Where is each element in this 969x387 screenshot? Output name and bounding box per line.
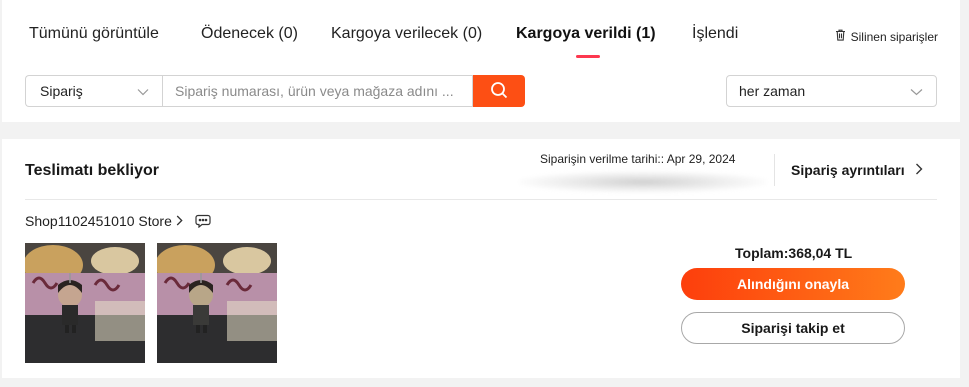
time-filter-value: her zaman bbox=[739, 83, 806, 99]
search-type-select[interactable]: Sipariş bbox=[25, 75, 162, 107]
chat-icon[interactable] bbox=[195, 214, 211, 228]
tab-to-pay[interactable]: Ödenecek (0) bbox=[201, 25, 298, 43]
divider bbox=[25, 199, 937, 200]
search-bar: Sipariş bbox=[25, 75, 525, 107]
search-button[interactable] bbox=[473, 75, 525, 107]
chevron-down-icon bbox=[910, 83, 923, 99]
trash-icon bbox=[835, 29, 846, 44]
deleted-orders-link[interactable]: Silinen siparişler bbox=[835, 29, 938, 44]
order-total: Toplam:368,04 TL bbox=[735, 245, 853, 261]
order-status: Teslimatı bekliyor bbox=[25, 162, 159, 179]
track-order-button[interactable]: Siparişi takip et bbox=[681, 312, 905, 344]
deleted-orders-label: Silinen siparişler bbox=[850, 29, 938, 44]
order-details-link[interactable]: Sipariş ayrıntıları bbox=[791, 162, 923, 178]
order-status-tabs: Tümünü görüntüle Ödenecek (0) Kargoya ve… bbox=[2, 0, 960, 62]
tab-all[interactable]: Tümünü görüntüle bbox=[29, 25, 159, 43]
order-card: Teslimatı bekliyor Siparişin verilme tar… bbox=[2, 139, 960, 378]
order-filter-panel: Tümünü görüntüle Ödenecek (0) Kargoya ve… bbox=[2, 0, 960, 122]
tab-to-ship[interactable]: Kargoya verilecek (0) bbox=[331, 25, 482, 43]
store-row: Shop1102451010 Store bbox=[25, 213, 211, 229]
divider bbox=[774, 154, 775, 186]
search-icon bbox=[490, 81, 508, 102]
active-tab-indicator bbox=[576, 55, 600, 58]
chevron-right-icon bbox=[915, 162, 923, 178]
search-input[interactable] bbox=[162, 75, 473, 107]
order-details-label: Sipariş ayrıntıları bbox=[791, 162, 905, 178]
chevron-down-icon bbox=[137, 83, 149, 99]
order-id-redacted bbox=[519, 171, 767, 193]
store-name-link[interactable]: Shop1102451010 Store bbox=[25, 213, 172, 229]
chevron-right-icon bbox=[176, 213, 183, 229]
search-type-value: Sipariş bbox=[40, 83, 83, 99]
product-thumbnail[interactable] bbox=[25, 243, 145, 363]
tab-shipped[interactable]: Kargoya verildi (1) bbox=[516, 25, 656, 43]
tab-processed[interactable]: İşlendi bbox=[692, 25, 738, 43]
confirm-receipt-button[interactable]: Alındığını onayla bbox=[681, 268, 905, 300]
product-thumbnail[interactable] bbox=[157, 243, 277, 363]
time-filter-select[interactable]: her zaman bbox=[726, 75, 937, 107]
order-date: Siparişin verilme tarihi:: Apr 29, 2024 bbox=[540, 152, 736, 166]
